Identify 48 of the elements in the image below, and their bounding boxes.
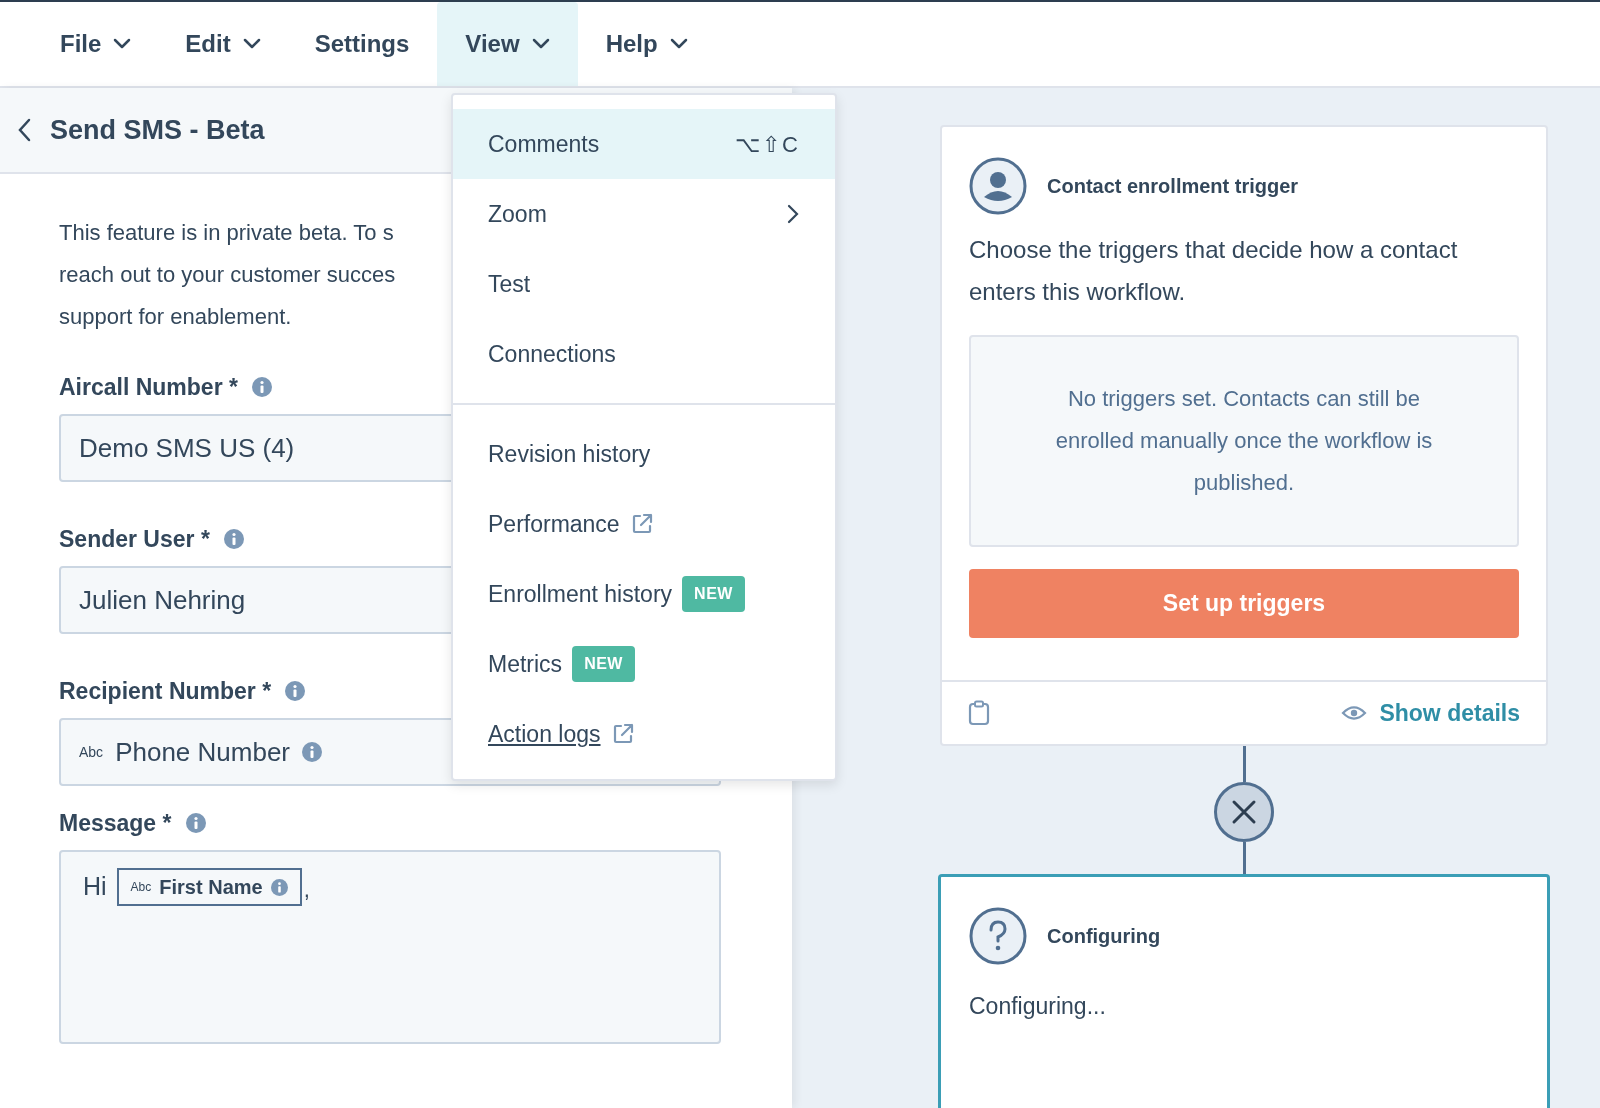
menu-tab[interactable]: View <box>437 2 578 86</box>
eye-icon <box>1341 704 1368 722</box>
menu-item[interactable]: Performance <box>453 489 835 559</box>
chevron-down-icon <box>113 38 132 50</box>
menu-tab[interactable]: Edit <box>159 2 287 86</box>
remove-step-button[interactable] <box>1214 782 1274 842</box>
info-icon[interactable] <box>223 529 244 549</box>
question-mark-icon <box>969 907 1027 965</box>
card-title: Configuring <box>1047 924 1161 949</box>
close-icon <box>1231 799 1257 825</box>
menu-item[interactable]: Test <box>453 249 835 319</box>
info-icon[interactable] <box>302 742 322 762</box>
menu-item[interactable]: Comments ⌥⇧C <box>453 109 835 179</box>
info-icon[interactable] <box>251 377 272 397</box>
chevron-down-icon <box>242 38 261 50</box>
info-icon[interactable] <box>185 813 206 833</box>
card-body-text: Configuring... <box>969 992 1107 1021</box>
field-label: Sender User * <box>59 524 210 554</box>
token-chip[interactable]: Abc First Name <box>116 868 302 906</box>
menu-tab[interactable]: File <box>34 2 158 86</box>
info-icon <box>270 878 288 896</box>
type-label: Abc <box>79 742 104 762</box>
new-badge: NEW <box>572 646 635 682</box>
field-label: Recipient Number * <box>59 676 272 706</box>
chevron-down-icon <box>531 38 550 50</box>
new-badge: NEW <box>682 576 745 612</box>
menu-item[interactable]: Zoom <box>453 179 835 249</box>
info-icon[interactable] <box>285 681 306 701</box>
chevron-right-icon <box>786 204 800 224</box>
menu-item[interactable]: Connections <box>453 319 835 389</box>
chevron-down-icon <box>669 38 688 50</box>
clipboard-icon[interactable] <box>968 700 990 726</box>
menu-tab[interactable]: Settings <box>288 2 436 86</box>
token-text: Phone Number <box>115 735 290 769</box>
message-text: Hi <box>83 871 107 902</box>
field-label: Aircall Number * <box>59 372 238 402</box>
card-description: Choose the triggers that decide how a contact enters this workflow. <box>969 235 1459 307</box>
panel-title: Send SMS - Beta <box>50 113 265 147</box>
field-label: Message * <box>59 808 172 838</box>
person-icon <box>969 157 1027 215</box>
message-field[interactable]: Hi Abc First Name , <box>59 850 721 1044</box>
beta-notice: This feature is in private beta. To s reach out to your customer succes support for enablement. <box>59 219 396 331</box>
show-details-link[interactable]: Show details <box>1341 695 1520 731</box>
message-text: , <box>303 876 310 904</box>
keyboard-shortcut: ⌥⇧C <box>735 130 800 159</box>
empty-state-message: No triggers set. Contacts can still be enrolled manually once the workflow is published. <box>969 335 1519 547</box>
menu-tab[interactable]: Help <box>579 2 714 86</box>
card-title: Contact enrollment trigger <box>1047 174 1299 199</box>
